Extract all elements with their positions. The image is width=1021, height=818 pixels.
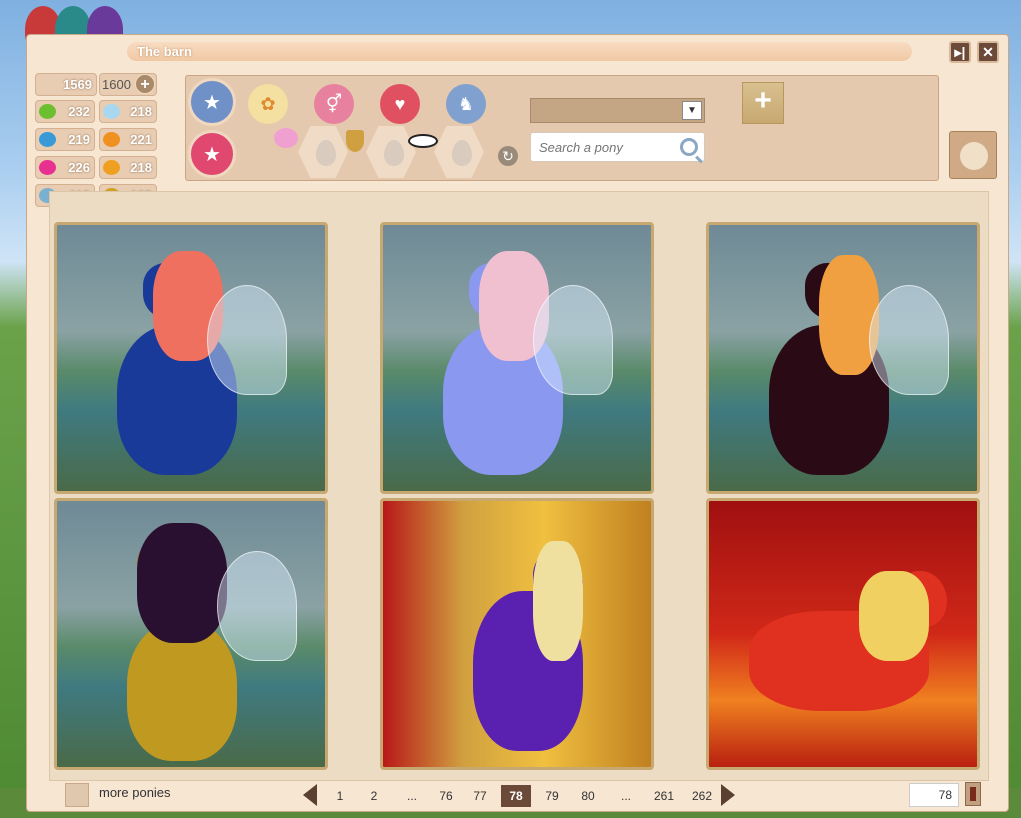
drop-icon [452, 140, 472, 166]
page-link[interactable]: 261 [649, 785, 679, 807]
next-page-arrow-icon[interactable] [721, 784, 735, 806]
stat-heart: 226 [35, 156, 95, 179]
star-folder-icon: ★ [203, 91, 221, 114]
pony-folder-icon [960, 142, 988, 170]
pony-mane [533, 541, 583, 661]
paw-orange-icon [103, 160, 120, 175]
stat-fire: 221 [99, 128, 157, 151]
gender-icon: ⚥ [325, 93, 343, 114]
pony-card-5[interactable] [380, 498, 654, 770]
page-link[interactable]: 262 [687, 785, 717, 807]
stat-heart-value: 226 [68, 160, 90, 175]
fire-icon [103, 132, 120, 147]
cloud-icon [103, 104, 120, 119]
flower-icon: ✿ [260, 93, 276, 114]
chevron-down-icon: ▼ [682, 101, 702, 120]
page-link[interactable]: 1 [325, 785, 355, 807]
prev-page-arrow-icon[interactable] [303, 784, 317, 806]
reset-filters-button[interactable]: ↻ [498, 146, 518, 166]
stat-paw-blue-value: 219 [68, 132, 90, 147]
pony-wing [869, 285, 949, 395]
drop-icon [316, 140, 336, 166]
pony-wing [207, 285, 287, 395]
search-icon[interactable] [680, 138, 698, 156]
stat-apple-value: 232 [68, 104, 90, 119]
star-badge-icon: ★ [203, 143, 221, 166]
stat-paw-orange: 218 [99, 156, 157, 179]
stat-paw-blue: 219 [35, 128, 95, 151]
more-ponies-label: more ponies [99, 785, 171, 800]
heart-icon [39, 160, 56, 175]
stat-fire-value: 221 [130, 132, 152, 147]
page-ellipsis: ... [406, 789, 417, 803]
pony-card-3[interactable] [706, 222, 980, 494]
barn-window: The barn ▸| ✕ 1569 1600 + 232 218 219 22… [26, 34, 1009, 812]
pony-wing [533, 285, 613, 395]
pony-pair-icon: ♞ [457, 93, 475, 114]
unicorn-icon [274, 128, 298, 148]
search-input[interactable] [531, 133, 671, 161]
pony-card-2[interactable] [380, 222, 654, 494]
window-title: The barn [127, 42, 912, 61]
pony-wing [217, 551, 297, 661]
refresh-icon: ↻ [502, 148, 514, 164]
add-coins-button[interactable]: + [135, 74, 155, 94]
stat-cloud: 218 [99, 100, 157, 123]
page-link[interactable]: 77 [465, 785, 495, 807]
apple-icon [39, 104, 56, 119]
trophy-icon [346, 130, 364, 152]
close-button[interactable]: ✕ [977, 41, 999, 63]
filter-toolbar: ★ ★ ✿ ⚥ ♥ ♞ ↻ ▼ Search a pony + [185, 75, 939, 181]
heart-ring-icon: ♥ [394, 93, 406, 114]
coins-max-value: 1600 [102, 77, 131, 92]
page-link[interactable]: 76 [431, 785, 461, 807]
page-link-active[interactable]: 78 [501, 785, 531, 807]
pony-card-6[interactable] [706, 498, 980, 770]
pagination-bar: more ponies 1 2 ... 76 77 78 79 80 ... 2… [27, 777, 1008, 813]
add-pony-button[interactable]: + [742, 82, 784, 124]
stat-apple: 232 [35, 100, 95, 123]
pony-card-1[interactable] [54, 222, 328, 494]
page-link[interactable]: 2 [359, 785, 389, 807]
eye-icon [408, 134, 438, 148]
minimize-button[interactable]: ▸| [949, 41, 971, 63]
pony-mane [859, 571, 929, 661]
page-ellipsis: ... [620, 789, 631, 803]
page-link[interactable]: 80 [573, 785, 603, 807]
more-ponies-checkbox[interactable] [65, 783, 89, 807]
favorites-tab[interactable]: ★ [188, 130, 236, 178]
drop-icon [384, 140, 404, 166]
foal-filter[interactable]: ♞ [446, 84, 486, 124]
pony-grid [49, 191, 989, 781]
page-number-input[interactable]: 78 [909, 783, 959, 807]
stat-cloud-value: 218 [130, 104, 152, 119]
stat-paw-orange-value: 218 [130, 160, 152, 175]
move-pony-button[interactable] [949, 131, 997, 179]
pony-mane [137, 523, 227, 643]
sort-select[interactable]: ▼ [530, 98, 705, 123]
paw-blue-icon [39, 132, 56, 147]
gender-filter[interactable]: ⚥ [314, 84, 354, 124]
coins-value: 1569 [63, 77, 92, 92]
coins-stat: 1569 [35, 73, 97, 96]
search-box [530, 132, 705, 162]
folder-tab[interactable]: ★ [188, 78, 236, 126]
breed-filter[interactable]: ✿ [248, 84, 288, 124]
go-to-page-button[interactable] [965, 782, 981, 806]
love-filter[interactable]: ♥ [380, 84, 420, 124]
pony-card-4[interactable] [54, 498, 328, 770]
page-link[interactable]: 79 [537, 785, 567, 807]
